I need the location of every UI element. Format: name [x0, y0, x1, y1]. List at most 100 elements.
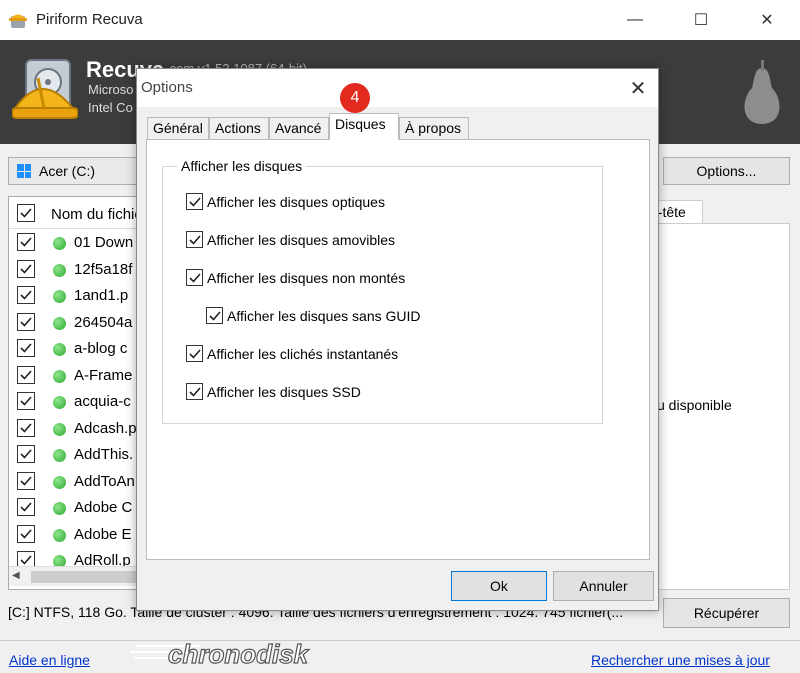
file-row[interactable]: a-blog c [9, 336, 142, 362]
option-removable-drives[interactable]: Afficher les disques amovibles [186, 231, 395, 248]
file-name: Adobe E [74, 525, 132, 543]
file-row[interactable]: Adobe C [9, 495, 142, 521]
file-row[interactable]: acquia-c [9, 389, 142, 415]
options-dialog: Options ✕ Général Actions Avancé Disques… [136, 68, 659, 611]
file-row[interactable]: 01 Down [9, 230, 142, 256]
file-row-checkbox[interactable] [17, 445, 35, 463]
check-icon [188, 196, 201, 207]
window-titlebar: Piriform Recuva — ☐ ✕ [0, 0, 800, 40]
check-icon [20, 502, 32, 512]
tab-actions[interactable]: Actions [209, 117, 269, 139]
file-state-good-icon [53, 263, 66, 277]
removable-drives-checkbox[interactable] [186, 231, 203, 248]
minimize-button[interactable]: — [612, 0, 658, 40]
file-row-checkbox[interactable] [17, 339, 35, 357]
check-icon [20, 316, 32, 327]
file-name: 12f5a18f [74, 260, 133, 278]
ssd-drives-checkbox[interactable] [186, 383, 203, 400]
option-label: Afficher les disques sans GUID [227, 307, 421, 324]
option-label: Afficher les clichés instantanés [207, 345, 399, 362]
file-row[interactable]: AddToAn [9, 469, 142, 495]
check-icon [20, 449, 32, 459]
option-unmounted-drives[interactable]: Afficher les disques non montés [186, 269, 405, 286]
scroll-left-icon[interactable]: ◀ [12, 570, 20, 581]
check-icon [188, 272, 201, 283]
file-row[interactable]: AddThis. [9, 442, 142, 468]
ok-button[interactable]: Ok [451, 571, 547, 601]
option-optical-drives[interactable]: Afficher les disques optiques [186, 193, 385, 210]
file-row-checkbox[interactable] [17, 259, 35, 278]
select-all-checkbox[interactable] [17, 204, 35, 222]
system-info-os: Microso [88, 82, 134, 97]
system-info-cpu: Intel Co [88, 100, 133, 115]
file-row-checkbox[interactable] [17, 312, 35, 331]
file-list-scrollbar[interactable]: ◀ [9, 566, 142, 586]
check-icon [20, 263, 32, 274]
check-icon [20, 290, 32, 300]
help-link[interactable]: Aide en ligne [9, 652, 90, 668]
snapshots-checkbox[interactable] [186, 345, 203, 362]
minimize-icon: — [627, 11, 643, 28]
unmounted-drives-checkbox[interactable] [186, 269, 203, 286]
cancel-button[interactable]: Annuler [553, 571, 654, 601]
recuva-app-icon [9, 14, 27, 28]
column-header-filename[interactable]: Nom du fichier [51, 206, 142, 223]
windows-drive-icon [17, 164, 31, 178]
file-row[interactable]: Adcash.p [9, 416, 142, 442]
maximize-button[interactable]: ☐ [678, 0, 724, 40]
check-icon [20, 369, 32, 380]
tab-drives[interactable]: Disques [329, 113, 399, 140]
file-row-checkbox[interactable] [17, 524, 35, 543]
file-row-checkbox[interactable] [17, 365, 35, 384]
option-label: Afficher les disques SSD [207, 383, 361, 400]
preview-status-text: çu disponible [650, 397, 732, 413]
file-row-checkbox[interactable] [17, 392, 35, 410]
no-guid-drives-checkbox[interactable] [206, 307, 223, 324]
tab-general[interactable]: Général [147, 117, 209, 139]
file-name: acquia-c [74, 393, 131, 410]
option-label: Afficher les disques optiques [207, 193, 385, 210]
option-snapshots[interactable]: Afficher les clichés instantanés [186, 345, 398, 362]
option-ssd-drives[interactable]: Afficher les disques SSD [186, 383, 361, 400]
file-row-checkbox[interactable] [17, 418, 35, 437]
tab-about[interactable]: À propos [399, 117, 469, 139]
file-state-good-icon [53, 528, 66, 542]
dialog-titlebar: Options ✕ [137, 69, 658, 107]
file-name: 264504a [74, 313, 133, 331]
dialog-close-button[interactable]: ✕ [625, 75, 651, 101]
file-state-good-icon [53, 422, 66, 436]
file-name: Adcash.p [74, 419, 137, 437]
dialog-title: Options [141, 79, 193, 96]
optical-drives-checkbox[interactable] [186, 193, 203, 210]
file-row[interactable]: 12f5a18f [9, 257, 142, 283]
maximize-icon: ☐ [693, 12, 709, 29]
check-icon [20, 208, 32, 218]
file-name: 1and1.p [74, 287, 129, 304]
file-row[interactable]: Adobe E [9, 522, 142, 548]
piriform-pear-icon [744, 60, 780, 124]
close-icon: ✕ [760, 12, 774, 29]
file-state-good-icon [53, 290, 66, 303]
drive-selector[interactable]: Acer (C:) [8, 157, 143, 185]
footer-divider [0, 640, 800, 641]
file-row-checkbox[interactable] [17, 286, 35, 304]
file-row-checkbox[interactable] [17, 471, 35, 490]
file-row[interactable]: A-Frame [9, 363, 142, 389]
scrollbar-thumb[interactable] [31, 571, 142, 583]
recover-button[interactable]: Récupérer [663, 598, 790, 628]
file-row[interactable]: 1and1.p [9, 283, 142, 309]
file-row[interactable]: 264504a [9, 310, 142, 336]
drive-label: Acer (C:) [39, 163, 95, 179]
file-name: AddToAn [74, 472, 135, 490]
file-state-good-icon [53, 449, 66, 462]
options-button[interactable]: Options... [663, 157, 790, 185]
check-updates-link[interactable]: Rechercher une mises à jour [591, 652, 770, 668]
file-row-checkbox[interactable] [17, 498, 35, 516]
file-row-checkbox[interactable] [17, 233, 35, 251]
tab-advanced[interactable]: Avancé [269, 117, 329, 139]
close-window-button[interactable]: ✕ [744, 0, 790, 40]
option-label: Afficher les disques non montés [207, 269, 406, 286]
file-state-good-icon [53, 237, 66, 250]
file-list: Nom du fichier 01 Down 12f5a18f 1and1.p 264… [8, 196, 143, 590]
option-drives-without-guid[interactable]: Afficher les disques sans GUID [206, 307, 421, 324]
